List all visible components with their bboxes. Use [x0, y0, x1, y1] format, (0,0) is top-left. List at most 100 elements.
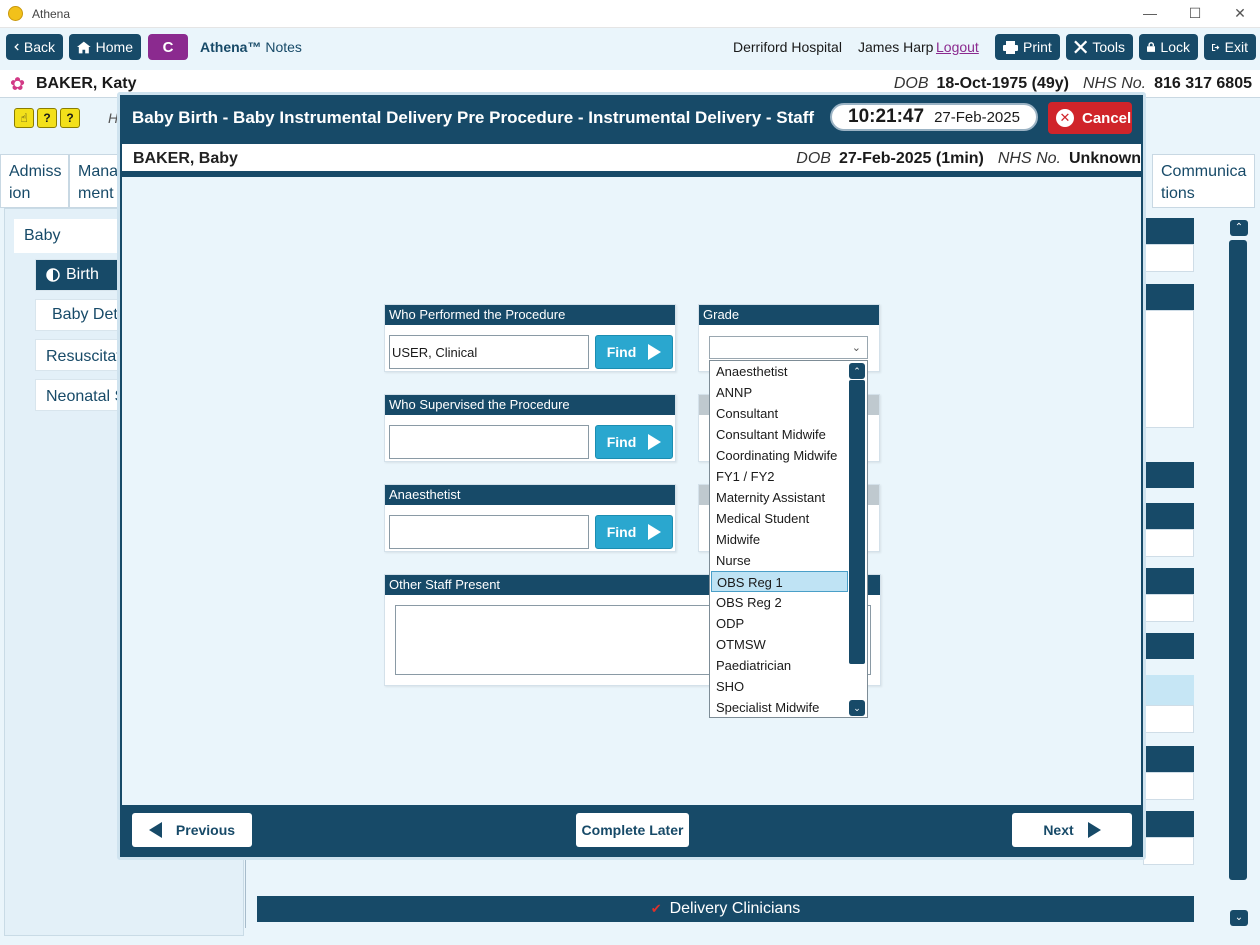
find-label: Find	[606, 344, 637, 360]
performed-input[interactable]: USER, Clinical	[389, 335, 589, 369]
grade-option[interactable]: Paediatrician	[711, 655, 848, 676]
right-section-header	[1143, 568, 1194, 594]
exit-label: Exit	[1224, 39, 1248, 55]
home-button[interactable]: Home	[69, 34, 141, 60]
grade-select[interactable]: ⌄	[709, 336, 868, 359]
grade-option[interactable]: ODP	[711, 613, 848, 634]
right-section-header	[1143, 503, 1194, 529]
grade-option[interactable]: OTMSW	[711, 634, 848, 655]
grade-option[interactable]: FY1 / FY2	[711, 466, 848, 487]
nav-item-label: Birth	[66, 266, 99, 283]
window-titlebar: Athena — ☐ ✕	[0, 0, 1260, 28]
back-label: Back	[23, 39, 55, 55]
supervised-input[interactable]	[389, 425, 589, 459]
nav-item-birth[interactable]: Birth	[35, 259, 125, 291]
nav-item-neonatal[interactable]: Neonatal S	[35, 379, 125, 411]
printer-icon	[1003, 40, 1018, 54]
right-section-body	[1143, 705, 1194, 733]
scroll-down-icon[interactable]: ⌄	[1230, 910, 1248, 926]
grade-option[interactable]: Consultant Midwife	[711, 424, 848, 445]
hospital-name: Derriford Hospital	[733, 39, 842, 55]
grade-option[interactable]: OBS Reg 2	[711, 592, 848, 613]
lock-button[interactable]: Lock	[1139, 34, 1198, 60]
play-icon	[648, 434, 662, 450]
chevron-down-icon: ⌄	[851, 342, 861, 354]
right-section-header	[1143, 811, 1194, 837]
minimize-icon[interactable]: —	[1140, 5, 1160, 21]
maximize-icon[interactable]: ☐	[1185, 5, 1205, 22]
grade-dropdown-list: Anaesthetist ANNP Consultant Consultant …	[709, 360, 868, 718]
grade-option[interactable]: Coordinating Midwife	[711, 445, 848, 466]
right-section-body	[1143, 244, 1194, 272]
clock-date: 27-Feb-2025	[934, 108, 1020, 126]
logout-link[interactable]: Logout	[936, 39, 979, 55]
patient-name: BAKER, Katy	[36, 75, 137, 92]
right-section-body	[1143, 529, 1194, 557]
cancel-label: Cancel	[1082, 109, 1132, 127]
home-icon	[77, 41, 91, 53]
supervised-header: Who Supervised the Procedure	[385, 395, 675, 415]
clock-time: 10:21:47	[848, 106, 925, 127]
page-scrollbar-thumb[interactable]	[1229, 240, 1247, 880]
cancel-button[interactable]: ✕ Cancel	[1048, 102, 1132, 134]
next-button[interactable]: Next	[1012, 813, 1132, 847]
user-name: James Harp	[858, 39, 934, 55]
dropdown-scroll-up-icon[interactable]: ⌃	[849, 363, 865, 379]
tab-management[interactable]: Mana ment	[69, 154, 121, 208]
find-label: Find	[606, 434, 637, 450]
close-window-icon[interactable]: ✕	[1230, 5, 1250, 22]
nav-group-baby[interactable]: Baby	[14, 219, 124, 253]
grade-option[interactable]: ANNP	[711, 382, 848, 403]
right-section-header	[1143, 746, 1194, 772]
grade-option[interactable]: Consultant	[711, 403, 848, 424]
dropdown-scrollbar-thumb[interactable]	[849, 380, 865, 664]
right-section-body	[1143, 772, 1194, 800]
grade-option[interactable]: SHO	[711, 676, 848, 697]
right-section-highlight	[1143, 675, 1194, 705]
help-icon[interactable]: ?	[37, 108, 57, 128]
scroll-up-icon[interactable]: ⌃	[1230, 220, 1248, 236]
anaesthetist-panel: Anaesthetist Find	[384, 484, 676, 552]
baby-identifiers: DOB 27-Feb-2025 (1min) NHS No. Unknown	[796, 150, 1141, 168]
supervised-find-button[interactable]: Find	[595, 425, 673, 459]
patient-identifiers: DOB 18-Oct-1975 (49y) NHS No. 816 317 68…	[894, 75, 1252, 93]
hand-alert-icon[interactable]: ☝	[14, 108, 34, 128]
print-button[interactable]: Print	[995, 34, 1060, 60]
nav-item-resuscitation[interactable]: Resuscitatio	[35, 339, 125, 371]
grade-option[interactable]: Anaesthetist	[711, 361, 848, 382]
performed-find-button[interactable]: Find	[595, 335, 673, 369]
grade-option[interactable]: Specialist Midwife	[711, 697, 848, 718]
anaesthetist-input[interactable]	[389, 515, 589, 549]
grade-option[interactable]: Medical Student	[711, 508, 848, 529]
modal-title: Baby Birth - Baby Instrumental Delivery …	[132, 108, 815, 127]
grade-option-highlighted[interactable]: OBS Reg 1	[711, 571, 848, 592]
c-badge-button[interactable]: C	[148, 34, 188, 60]
nav-item-baby-details[interactable]: Baby Det	[35, 299, 125, 331]
right-section-body	[1143, 594, 1194, 622]
right-section-body	[1143, 310, 1194, 428]
home-label: Home	[95, 39, 133, 55]
right-section-header	[1143, 284, 1194, 310]
back-button[interactable]: Back	[6, 34, 63, 60]
nhs-label: NHS No.	[1083, 75, 1147, 92]
complete-later-button[interactable]: Complete Later	[576, 813, 689, 847]
previous-button[interactable]: Previous	[132, 813, 252, 847]
right-section-body	[1143, 837, 1194, 865]
window-title: Athena	[32, 7, 71, 21]
anaesthetist-find-button[interactable]: Find	[595, 515, 673, 549]
exit-button[interactable]: Exit	[1204, 34, 1256, 60]
nav-item-label: Baby Det	[52, 306, 118, 323]
tools-button[interactable]: Tools	[1066, 34, 1133, 60]
tab-admission[interactable]: Admiss ion	[0, 154, 69, 208]
question-icon[interactable]: ?	[60, 108, 80, 128]
find-label: Find	[606, 524, 637, 540]
dropdown-scroll-down-icon[interactable]: ⌄	[849, 700, 865, 716]
tools-label: Tools	[1092, 39, 1125, 55]
right-section-header	[1143, 462, 1194, 488]
tab-communications[interactable]: Communica tions	[1152, 154, 1255, 208]
app-name: Athena™ Notes	[200, 39, 302, 55]
right-section-header	[1143, 633, 1194, 659]
grade-option[interactable]: Midwife	[711, 529, 848, 550]
grade-option[interactable]: Maternity Assistant	[711, 487, 848, 508]
grade-option[interactable]: Nurse	[711, 550, 848, 571]
